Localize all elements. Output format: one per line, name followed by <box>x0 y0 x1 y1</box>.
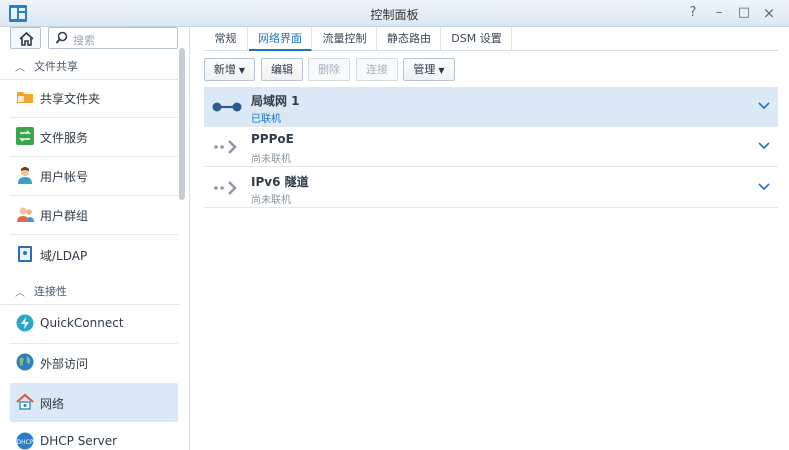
sidebar-item-dhcp-server[interactable]: DHCP DHCP Server <box>10 422 178 450</box>
home-button[interactable] <box>10 27 41 49</box>
sidebar-item-label: 用户帐号 <box>40 170 89 184</box>
tab-traffic-control[interactable]: 流量控制 <box>313 27 377 51</box>
home-icon <box>19 31 34 46</box>
chevron-down-icon[interactable] <box>758 180 770 192</box>
sidebar-item-label: 外部访问 <box>40 357 89 371</box>
maximize-button[interactable]: □ <box>735 4 753 22</box>
interface-name: 局域网 1 <box>251 94 300 108</box>
sidebar-item-label: DHCP Server <box>40 434 118 448</box>
section-label: 文件共享 <box>34 60 78 73</box>
close-button[interactable]: × <box>760 4 778 22</box>
network-home-icon <box>16 393 34 410</box>
section-connectivity[interactable]: ︿ 连接性 <box>0 275 180 305</box>
create-label: 新增 <box>213 63 236 76</box>
sidebar-item-label: 用户群组 <box>40 209 89 223</box>
sidebar-item-quickconnect[interactable]: QuickConnect <box>10 304 178 343</box>
caret-down-icon: ▼ <box>438 66 445 75</box>
sidebar-item-network[interactable]: 网络 <box>10 383 178 422</box>
quickconnect-icon <box>16 314 34 332</box>
help-button[interactable]: ? <box>684 4 702 22</box>
sidebar-item-label: 共享文件夹 <box>40 92 101 106</box>
title-bar: 控制面板 ? – □ × <box>0 0 789 27</box>
connected-icon <box>212 102 242 112</box>
sidebar-item-label: QuickConnect <box>40 316 124 330</box>
tab-general[interactable]: 常规 <box>204 27 248 51</box>
minimize-button[interactable]: – <box>710 4 728 22</box>
connect-button[interactable]: 连接 <box>356 58 398 81</box>
sidebar-item-shared-folder[interactable]: 共享文件夹 <box>10 78 178 117</box>
tab-bar: 常规 网络界面 流量控制 静态路由 DSM 设置 <box>204 27 778 51</box>
caret-down-icon: ▼ <box>238 66 246 75</box>
directory-book-icon <box>18 246 32 262</box>
interface-row-ipv6-tunnel[interactable]: IPv6 隧道 尚未联机 <box>204 168 778 208</box>
sidebar-item-group[interactable]: 用户群组 <box>10 195 178 234</box>
folder-share-icon <box>17 92 33 103</box>
sidebar-item-domain-ldap[interactable]: 域/LDAP <box>10 235 178 274</box>
tab-static-route[interactable]: 静态路由 <box>378 27 441 51</box>
chevron-down-icon[interactable] <box>758 99 770 111</box>
sidebar-item-user[interactable]: 用户帐号 <box>10 156 178 195</box>
chevron-down-icon[interactable] <box>758 139 770 151</box>
interface-row-pppoe[interactable]: PPPoE 尚未联机 <box>204 127 778 167</box>
section-label: 连接性 <box>34 285 67 298</box>
section-file-sharing[interactable]: ︿ 文件共享 <box>0 50 180 80</box>
manage-button[interactable]: 管理 ▼ <box>403 58 455 81</box>
interface-status: 尚未联机 <box>251 195 291 206</box>
tab-dsm-settings[interactable]: DSM 设置 <box>442 27 512 51</box>
delete-button[interactable]: 删除 <box>308 58 350 81</box>
sidebar-item-label: 域/LDAP <box>40 249 88 263</box>
interface-status: 已联机 <box>251 114 281 125</box>
create-button[interactable]: 新增 ▼ <box>204 58 255 81</box>
svg-text:DHCP: DHCP <box>17 439 34 446</box>
edit-button[interactable]: 编辑 <box>261 58 303 81</box>
search-placeholder: 搜索 <box>73 34 95 47</box>
disconnected-icon <box>214 181 237 195</box>
tab-network-interface[interactable]: 网络界面 <box>249 27 312 51</box>
search-icon <box>55 31 68 44</box>
chevron-up-icon: ︿ <box>15 63 25 74</box>
sidebar-item-label: 网络 <box>40 397 65 411</box>
search-input[interactable]: 搜索 <box>48 27 178 49</box>
interface-status: 尚未联机 <box>251 154 291 165</box>
globe-icon <box>16 353 34 371</box>
interface-name: PPPoE <box>251 132 294 146</box>
interface-name: IPv6 隧道 <box>251 175 309 189</box>
dhcp-server-icon: DHCP <box>16 432 34 450</box>
manage-label: 管理 <box>413 63 436 76</box>
sidebar-item-label: 文件服务 <box>40 131 89 145</box>
sidebar-item-external-access[interactable]: 外部访问 <box>10 343 178 382</box>
chevron-up-icon: ︿ <box>15 288 25 299</box>
user-icon <box>18 167 32 184</box>
group-icon <box>17 207 34 222</box>
file-services-icon <box>16 127 34 145</box>
disconnected-icon <box>214 140 237 154</box>
window-title: 控制面板 <box>370 8 419 22</box>
interface-row-lan1[interactable]: 局域网 1 已联机 <box>204 87 778 127</box>
sidebar-item-file-services[interactable]: 文件服务 <box>10 117 178 156</box>
